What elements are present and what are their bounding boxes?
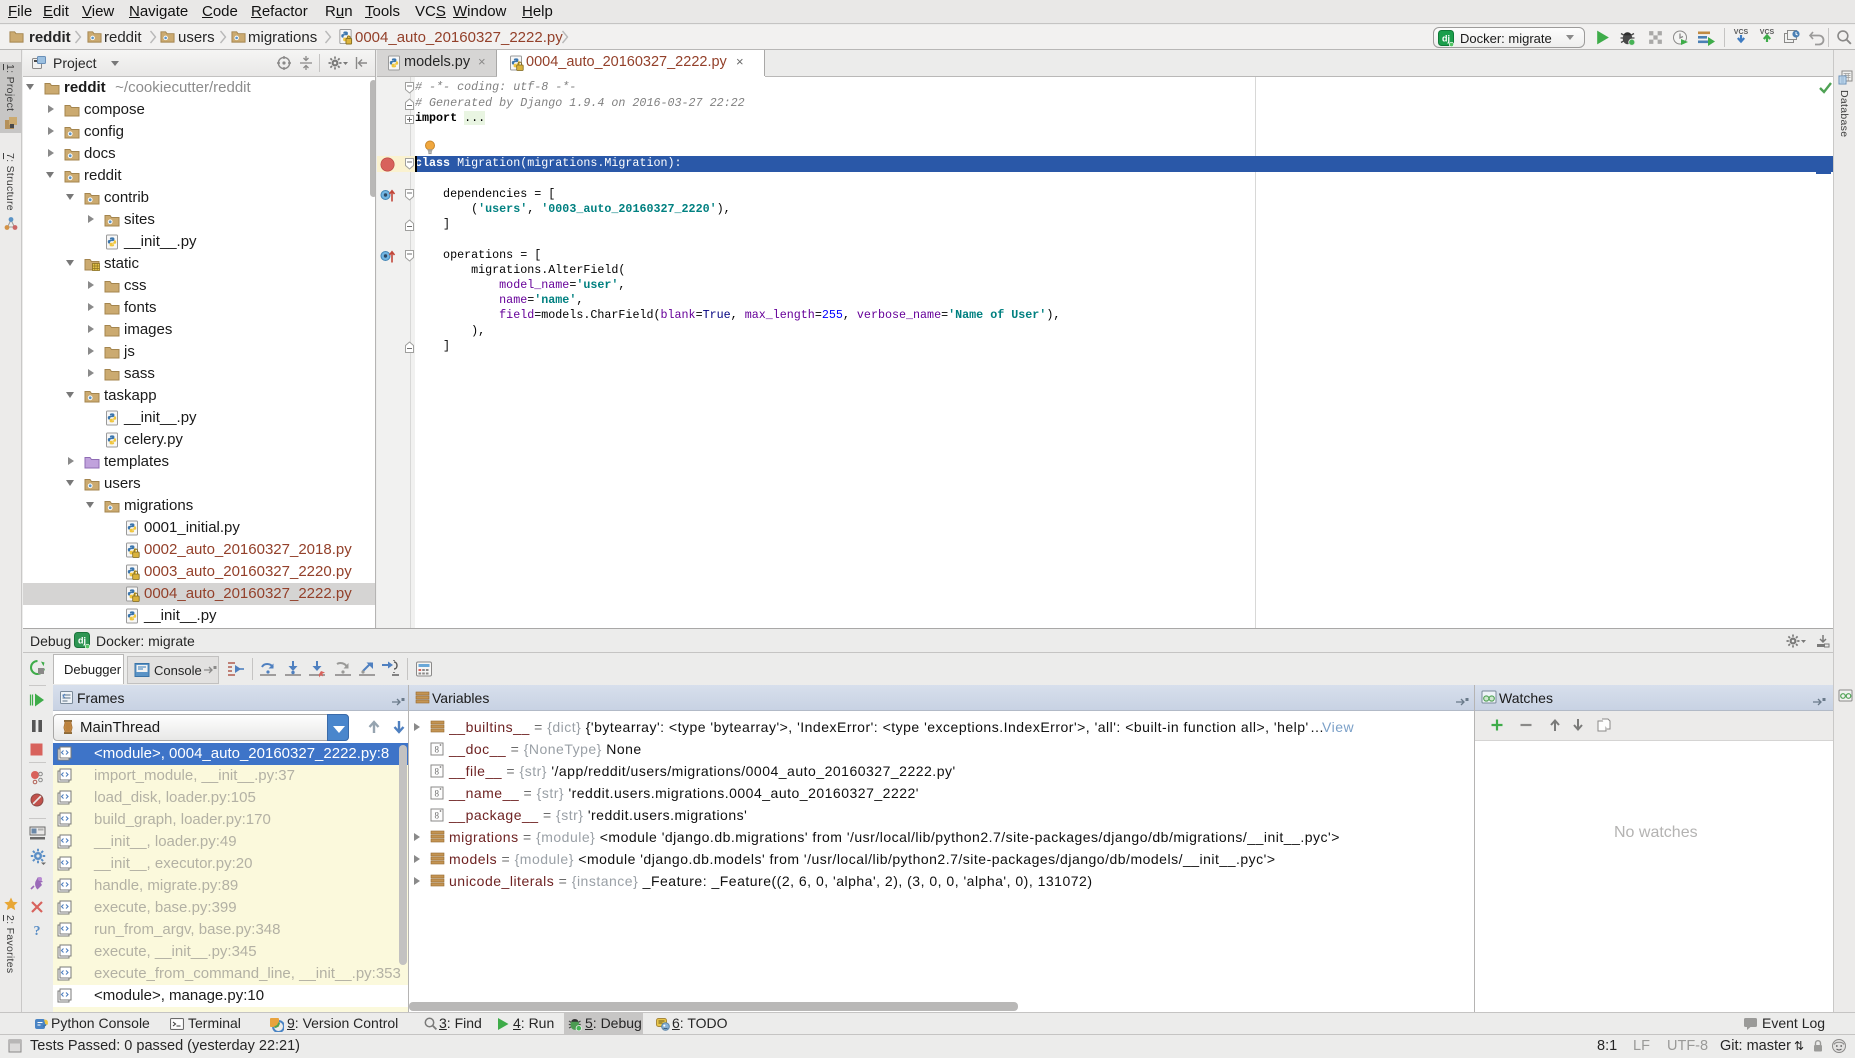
svg-text:8: 8 bbox=[435, 811, 440, 821]
svg-text:8: 8 bbox=[435, 789, 440, 799]
svg-text:dj: dj bbox=[1442, 34, 1450, 44]
svg-text:8: 8 bbox=[435, 767, 440, 777]
svg-text:?: ? bbox=[34, 924, 41, 938]
svg-text:dj: dj bbox=[78, 636, 86, 646]
svg-text:VCS: VCS bbox=[1734, 29, 1749, 36]
svg-text:8: 8 bbox=[435, 745, 440, 755]
